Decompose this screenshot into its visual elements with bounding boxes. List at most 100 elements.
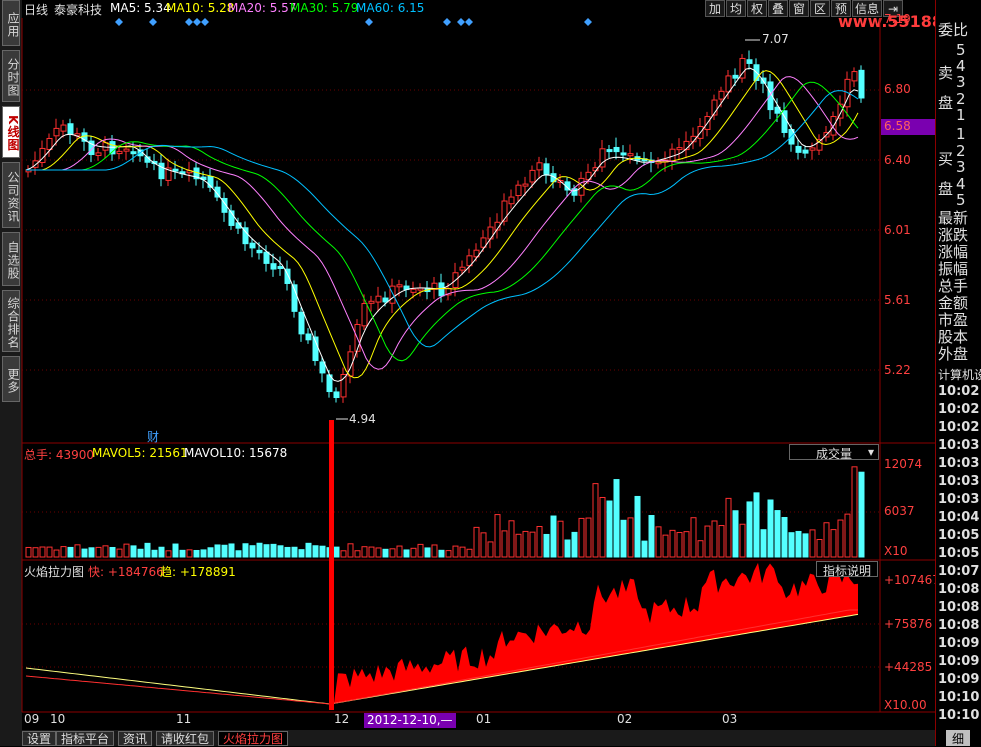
candle-body xyxy=(809,147,816,151)
tab-news[interactable]: 资讯 xyxy=(118,731,153,746)
stat-label: 市盈 xyxy=(938,311,969,329)
volume-bar xyxy=(522,530,529,558)
candle-body xyxy=(249,242,256,249)
candle-body xyxy=(95,152,102,156)
trade-time: 10:04 xyxy=(938,510,980,525)
sell-level: 5 xyxy=(956,41,966,59)
quote-panel: 委比 卖盘 5 4 3 2 1 买盘 1 2 3 4 5 最新 涨跌 涨幅 振幅… xyxy=(935,0,981,746)
volume-bar xyxy=(284,546,291,558)
volume-bar xyxy=(550,515,557,558)
volume-bar xyxy=(277,545,284,558)
volume-bar xyxy=(676,532,683,558)
candle-body xyxy=(802,149,809,154)
price-label: 6.80 xyxy=(884,82,911,96)
volume-bar xyxy=(445,550,452,558)
candle-body xyxy=(396,284,403,288)
indicator-help-button[interactable]: 指标说明 xyxy=(816,561,878,578)
buy-level: 2 xyxy=(956,142,966,160)
volume-bar xyxy=(298,549,305,558)
volume-bar xyxy=(662,534,669,558)
volume-bar xyxy=(32,547,39,558)
sell-level: 4 xyxy=(956,57,966,75)
candle-body xyxy=(53,127,60,137)
volume-indicator-select[interactable]: 成交量 ▾ xyxy=(789,444,879,461)
trade-time: 10:10 xyxy=(938,708,980,723)
volume-bar xyxy=(515,533,522,558)
volume-bar xyxy=(571,531,578,558)
x-axis-label: 03 xyxy=(722,712,738,726)
volume-bar xyxy=(228,543,235,558)
volume-bar xyxy=(74,544,81,558)
volume-bar xyxy=(235,550,242,558)
volume-bar xyxy=(102,545,109,558)
candle-body xyxy=(543,163,550,176)
high-price-marker: 7.07 xyxy=(762,32,789,46)
volume-bar xyxy=(578,517,585,558)
trade-time: 10:02 xyxy=(938,384,980,399)
trade-time: 10:03 xyxy=(938,492,980,507)
candle-body xyxy=(627,153,634,157)
volume-bar xyxy=(823,522,830,558)
sell-level: 1 xyxy=(956,106,966,124)
volume-bar xyxy=(781,517,788,558)
current-price-tag: 6.58 xyxy=(881,119,935,135)
candle-body xyxy=(613,146,620,153)
volume-bar xyxy=(305,542,312,558)
sell-level: 2 xyxy=(956,90,966,108)
volume-bar xyxy=(263,544,270,558)
volume-bar xyxy=(837,519,844,558)
volume-bar xyxy=(774,510,781,558)
volume-bar xyxy=(669,529,676,558)
tab-red-packet[interactable]: 请收红包 xyxy=(156,731,215,746)
stat-label: 涨跌 xyxy=(938,226,969,244)
stat-label: 振幅 xyxy=(938,260,969,278)
candle-body xyxy=(256,249,263,254)
volume-bar xyxy=(207,547,214,558)
volume-bar xyxy=(718,525,725,558)
volume-bar xyxy=(256,542,263,558)
x-axis-label: 11 xyxy=(176,712,192,726)
trade-time: 10:10 xyxy=(938,690,980,705)
weibi-label: 委比 xyxy=(938,21,969,39)
volume-bar xyxy=(60,546,67,558)
candle-body xyxy=(270,263,277,270)
chart-canvas[interactable] xyxy=(0,0,981,746)
volume-bar xyxy=(95,546,102,558)
stat-label: 外盘 xyxy=(938,345,969,363)
finance-marker[interactable]: 财 xyxy=(147,428,159,445)
buy-level: 3 xyxy=(956,158,966,176)
volume-bar xyxy=(648,515,655,558)
candle-body xyxy=(501,200,508,222)
volume-label: 12074 xyxy=(884,457,923,471)
price-label-top: 7.19 xyxy=(884,12,911,26)
indicator-label: +75876 xyxy=(884,617,933,631)
volume-bar xyxy=(844,513,851,558)
volume-bar xyxy=(340,550,347,558)
candle-body xyxy=(305,333,312,341)
buy-level: 5 xyxy=(956,191,966,209)
stat-label: 金额 xyxy=(938,294,969,312)
volume-bar xyxy=(193,549,200,558)
trade-time: 10:08 xyxy=(938,582,980,597)
indicator-label: X10.00 xyxy=(884,698,927,712)
tab-flame-indicator[interactable]: 火焰拉力图 xyxy=(218,731,289,746)
tab-settings[interactable]: 设置 xyxy=(22,731,57,746)
trade-time: 10:02 xyxy=(938,402,980,417)
tab-indicator-platform[interactable]: 指标平台 xyxy=(56,731,115,746)
volume-bar xyxy=(459,546,466,558)
volume-bar xyxy=(809,529,816,558)
detail-tab[interactable]: 细 xyxy=(946,730,970,746)
volume-bar xyxy=(214,544,221,558)
candle-body xyxy=(319,361,326,374)
event-markers xyxy=(115,18,592,26)
trade-time: 10:03 xyxy=(938,456,980,471)
volume-bar xyxy=(452,545,459,558)
volume-bar xyxy=(711,520,718,558)
x-axis-label: 02 xyxy=(617,712,633,726)
volume-bar xyxy=(431,544,438,558)
volume-bar xyxy=(606,500,613,558)
volume-bar xyxy=(319,545,326,558)
candle-body xyxy=(375,295,382,303)
candle-body xyxy=(529,169,536,183)
trade-time: 10:09 xyxy=(938,672,980,687)
